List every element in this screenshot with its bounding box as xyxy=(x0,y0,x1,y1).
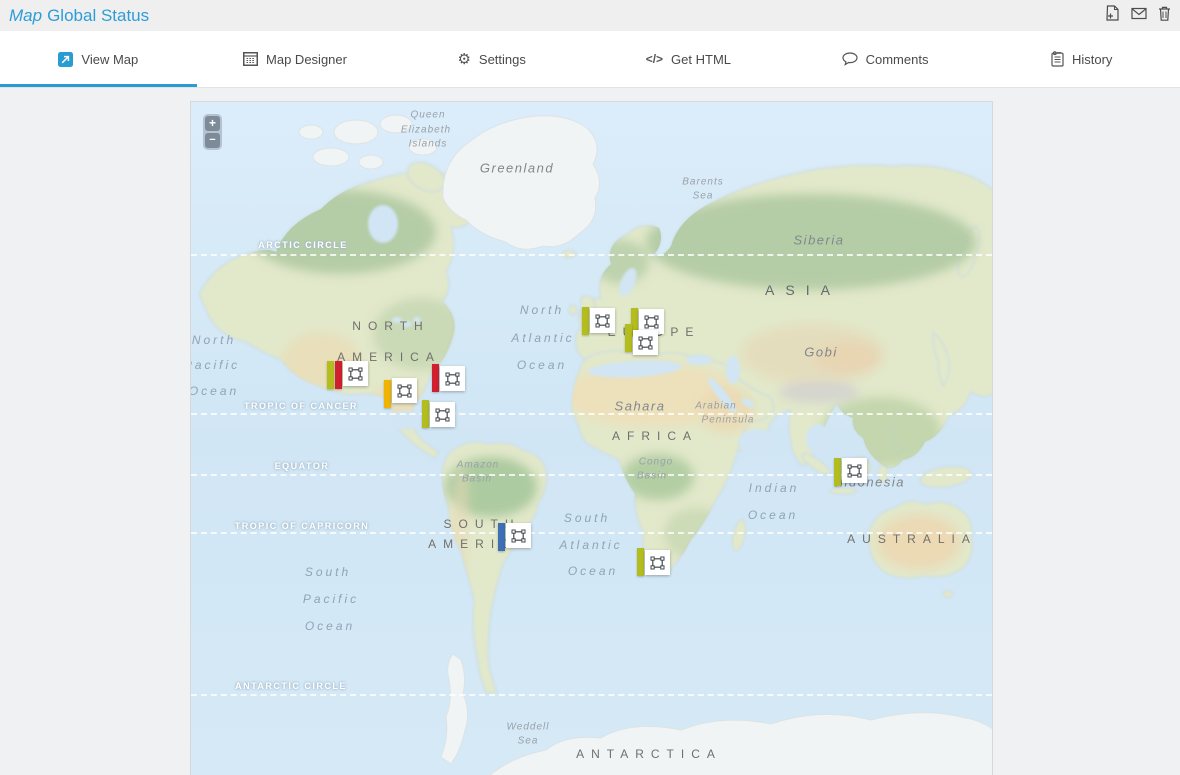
process-node-icon xyxy=(440,366,465,391)
tab-history[interactable]: History xyxy=(983,31,1180,87)
marker-south-america[interactable] xyxy=(498,523,531,551)
tab-view-map[interactable]: View Map xyxy=(0,31,197,87)
marker-na-gulf[interactable] xyxy=(422,400,455,428)
tab-label: Map Designer xyxy=(266,52,347,67)
world-map[interactable]: + − QueenElizabethIslandsGreenlandBarent… xyxy=(190,101,993,775)
app-header: Map Global Status xyxy=(0,0,1180,31)
status-bar-olive xyxy=(834,458,841,486)
status-bar-olive xyxy=(422,400,429,428)
gear-icon: ⚙ xyxy=(457,52,470,67)
tab-label: Get HTML xyxy=(671,52,731,67)
process-node-icon xyxy=(842,458,867,483)
file-plus-icon xyxy=(1105,5,1120,26)
marker-na-central[interactable] xyxy=(384,380,417,408)
process-node-icon xyxy=(633,330,658,355)
tab-label: Settings xyxy=(479,52,526,67)
status-bar-blue xyxy=(498,523,505,551)
tab-comments[interactable]: Comments xyxy=(787,31,984,87)
zoom-out-button[interactable]: − xyxy=(205,133,220,148)
tab-get-html[interactable]: </> Get HTML xyxy=(590,31,787,87)
page-title: Map Global Status xyxy=(9,6,149,26)
marker-na-east[interactable] xyxy=(432,364,465,392)
world-map-basemap[interactable] xyxy=(191,102,993,775)
process-node-icon xyxy=(590,308,615,333)
marker-indonesia[interactable] xyxy=(834,458,867,486)
page-title-prefix: Map xyxy=(9,6,42,25)
tab-map-designer[interactable]: Map Designer xyxy=(197,31,394,87)
tab-label: History xyxy=(1072,52,1112,67)
marker-south-africa[interactable] xyxy=(637,548,670,576)
marker-europe-west[interactable] xyxy=(625,324,658,355)
status-bar-olive xyxy=(625,324,632,352)
marker-north-atlantic[interactable] xyxy=(582,307,615,335)
tab-label: View Map xyxy=(81,52,138,67)
history-icon xyxy=(1051,51,1064,67)
marker-na-west[interactable] xyxy=(327,361,368,389)
comment-icon xyxy=(842,52,858,66)
page-title-text: Global Status xyxy=(47,6,149,25)
map-zoom-control: + − xyxy=(203,114,222,150)
code-icon: </> xyxy=(646,52,663,66)
tab-bar: View Map Map Designer ⚙ Settings </> Get HTML… xyxy=(0,31,1180,88)
view-map-icon xyxy=(58,52,73,67)
process-node-icon xyxy=(645,550,670,575)
status-bar-amber xyxy=(384,380,391,408)
status-bar-olive xyxy=(582,307,589,335)
tab-label: Comments xyxy=(866,52,929,67)
status-bar-red xyxy=(432,364,439,392)
process-node-icon xyxy=(506,523,531,548)
export-document-button[interactable] xyxy=(1105,5,1120,26)
map-designer-icon xyxy=(243,52,258,66)
process-node-icon xyxy=(343,361,368,386)
delete-button[interactable] xyxy=(1158,6,1171,26)
status-bar-olive xyxy=(327,361,334,389)
process-node-icon xyxy=(392,378,417,403)
header-actions xyxy=(1105,5,1171,26)
email-button[interactable] xyxy=(1131,7,1147,25)
zoom-in-button[interactable]: + xyxy=(205,116,220,131)
status-bar-olive xyxy=(637,548,644,576)
tab-settings[interactable]: ⚙ Settings xyxy=(393,31,590,87)
status-bar-red xyxy=(335,361,342,389)
mail-icon xyxy=(1131,7,1147,25)
trash-icon xyxy=(1158,6,1171,26)
process-node-icon xyxy=(430,402,455,427)
